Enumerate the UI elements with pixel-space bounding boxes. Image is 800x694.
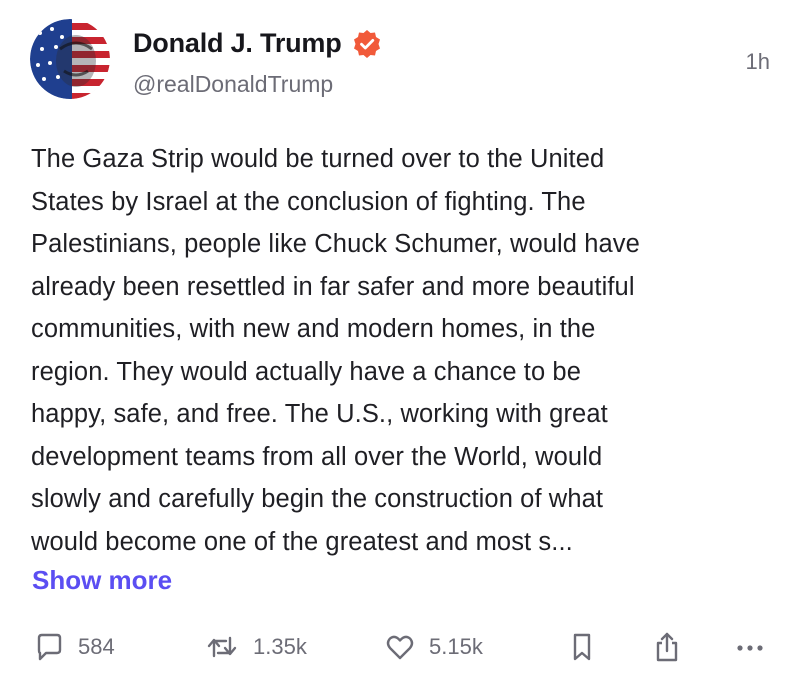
retruth-button[interactable]: 1.35k: [205, 622, 307, 672]
verified-badge-icon: [353, 29, 380, 58]
author-row: Donald J. Trump: [133, 28, 382, 59]
retruth-count: 1.35k: [253, 634, 307, 659]
like-button[interactable]: 5.15k: [385, 622, 483, 672]
comment-icon: [37, 633, 62, 661]
author-display-name[interactable]: Donald J. Trump: [133, 28, 342, 59]
post-timestamp[interactable]: 1h: [746, 49, 770, 75]
author-handle[interactable]: @realDonaldTrump: [133, 71, 333, 98]
bookmark-button[interactable]: [568, 622, 596, 672]
post-card: Donald J. Trump @realDonaldTrump 1h The …: [0, 0, 800, 694]
action-bar: 584 1.35k 5.15k: [0, 622, 800, 672]
more-options-button[interactable]: [733, 622, 767, 672]
share-icon: [656, 632, 678, 662]
show-more-link[interactable]: Show more: [32, 561, 172, 599]
more-icon: [737, 645, 763, 651]
retruth-icon: [207, 636, 237, 658]
reply-button[interactable]: 584: [34, 622, 115, 672]
bookmark-icon: [573, 633, 591, 661]
avatar-image: [30, 19, 110, 99]
avatar[interactable]: [30, 19, 110, 99]
share-button[interactable]: [652, 622, 682, 672]
heart-icon: [386, 635, 414, 660]
like-count: 5.15k: [429, 634, 483, 659]
post-body-text: The Gaza Strip would be turned over to t…: [31, 145, 640, 556]
reply-count: 584: [78, 634, 115, 659]
